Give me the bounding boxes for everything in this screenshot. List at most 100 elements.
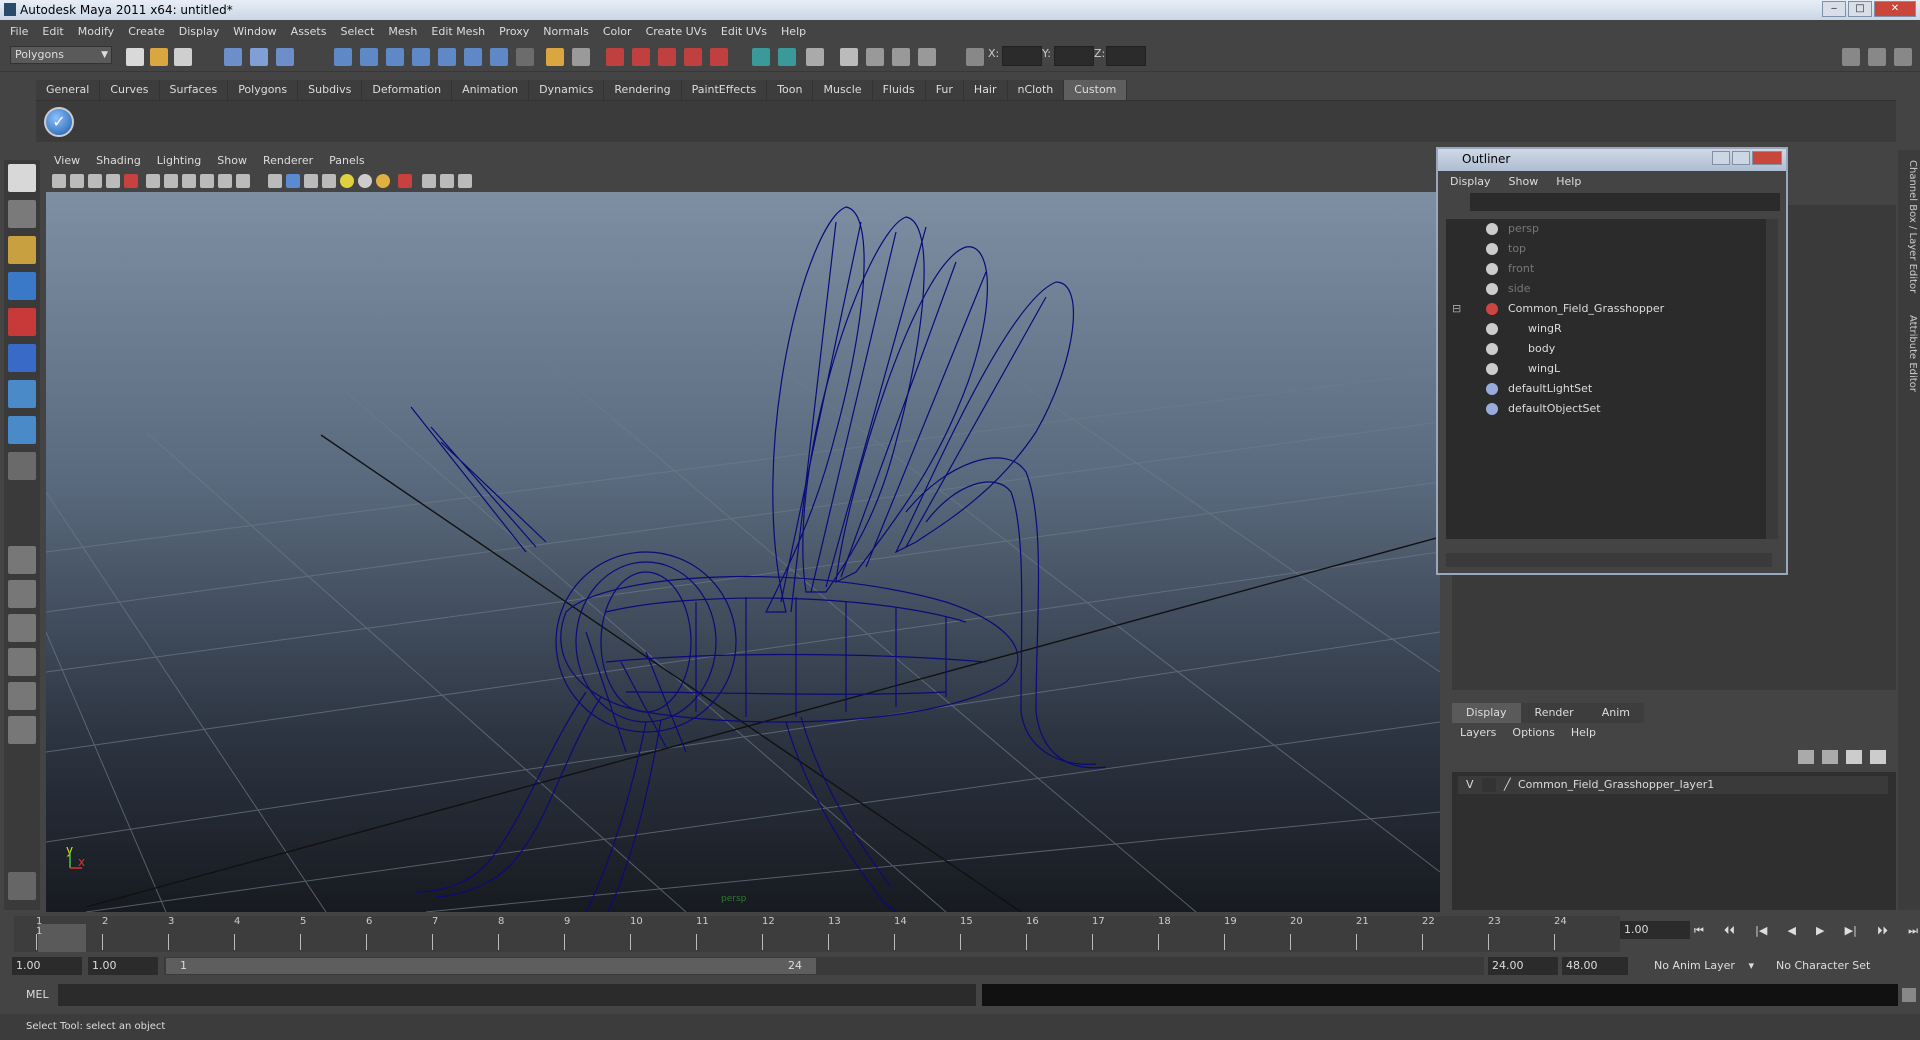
menu-edit-uvs[interactable]: Edit UVs [721,25,767,38]
shelf-tab[interactable]: Surfaces [159,80,229,100]
layer-tab-anim[interactable]: Anim [1587,703,1644,723]
new-layer-icon[interactable] [1846,750,1862,764]
script-editor-icon[interactable] [1902,988,1916,1002]
scale-tool-icon[interactable] [8,344,36,372]
graph-editor-icon[interactable] [866,48,884,66]
hypershade-layout-icon[interactable] [8,682,36,710]
play-backwards-button[interactable]: ◀ [1787,924,1795,942]
hypershade-icon[interactable] [710,48,728,66]
soft-mod-tool-icon[interactable] [8,416,36,444]
layer-visibility-toggle[interactable]: V [1466,776,1474,794]
shelf-tab[interactable]: PaintEffects [681,80,768,100]
outliner-menu-help[interactable]: Help [1556,175,1581,188]
menu-edit-mesh[interactable]: Edit Mesh [431,25,485,38]
layer-tab-render[interactable]: Render [1520,703,1588,723]
close-button[interactable]: ✕ [1874,1,1916,17]
layer-template-toggle[interactable] [1482,778,1496,792]
toggle-attribute-editor-icon[interactable] [1868,48,1886,66]
save-scene-icon[interactable] [174,48,192,66]
menu-edit[interactable]: Edit [42,25,63,38]
outliner-menu-display[interactable]: Display [1450,175,1491,188]
textured-icon[interactable] [322,174,336,188]
all-lights-icon[interactable] [376,174,390,188]
menu-set-dropdown[interactable]: Polygons ▼ [10,46,112,64]
perspective-viewport[interactable]: y x persp [46,192,1440,912]
shelf-tab[interactable]: Toon [767,80,814,100]
graph-layout-icon[interactable] [8,716,36,744]
menu-mesh[interactable]: Mesh [388,25,417,38]
snap-grid-icon[interactable] [334,48,352,66]
snap-curve-icon[interactable] [360,48,378,66]
outliner-minimize-button[interactable] [1712,151,1730,165]
dope-sheet-icon[interactable] [892,48,910,66]
layer-tab-display[interactable]: Display [1452,703,1521,723]
menu-proxy[interactable]: Proxy [499,25,529,38]
move-layer-down-icon[interactable] [1822,750,1838,764]
outliner-item-top[interactable]: top [1486,241,1526,257]
trax-editor-icon[interactable] [918,48,936,66]
x-field[interactable] [1002,46,1042,66]
menu-help[interactable]: Help [781,25,806,38]
hypergraph-icon[interactable] [840,48,858,66]
select-tool-icon[interactable] [8,164,36,192]
outliner-filter-field[interactable] [1470,193,1780,211]
four-pane-layout-icon[interactable] [8,580,36,608]
new-layer-selected-icon[interactable] [1870,750,1886,764]
shelf-tab[interactable]: Fluids [872,80,926,100]
range-slider-track[interactable]: 1 24 [164,957,1484,975]
minimize-button[interactable]: ‒ [1822,1,1846,17]
outliner-menu-show[interactable]: Show [1509,175,1539,188]
menu-modify[interactable]: Modify [78,25,114,38]
toggle-tool-settings-icon[interactable] [1894,48,1912,66]
relative-transform-icon[interactable] [778,48,796,66]
open-scene-icon[interactable] [150,48,168,66]
viewport-menu-show[interactable]: Show [217,154,247,167]
outliner-item-wingL[interactable]: wingL [1486,361,1560,377]
checkmark-shelf-icon[interactable]: ✓ [44,107,74,137]
wireframe-on-shaded-icon[interactable] [304,174,318,188]
step-forward-frame-button[interactable]: ▶| [1845,924,1857,942]
menu-file[interactable]: File [10,25,28,38]
shelf-tab[interactable]: Fur [925,80,964,100]
bookmark-icon[interactable] [88,174,102,188]
maximize-button[interactable]: □ [1848,1,1872,17]
outliner-vertical-scrollbar[interactable] [1766,219,1778,539]
shelf-tab[interactable]: nCloth [1007,80,1065,100]
render-view-icon[interactable] [684,48,702,66]
snap-plane-icon[interactable] [412,48,430,66]
outliner-item-objectset[interactable]: defaultObjectSet [1486,401,1601,417]
snap-live-icon[interactable] [464,48,482,66]
shadows-icon[interactable] [358,174,372,188]
image-plane-icon[interactable] [106,174,120,188]
use-default-light-icon[interactable] [340,174,354,188]
shelf-tab[interactable]: Subdivs [298,80,363,100]
render-settings-icon[interactable] [658,48,676,66]
outliner-horizontal-scrollbar[interactable] [1446,553,1772,567]
step-back-key-button[interactable]: ⏴⏴ [1724,924,1735,942]
film-gate-icon[interactable] [164,174,178,188]
transform-input-icon[interactable] [966,48,984,66]
play-forwards-button[interactable]: ▶ [1816,924,1824,942]
manipulator-tool-icon[interactable] [8,380,36,408]
menu-normals[interactable]: Normals [543,25,589,38]
outliner-item-wingR[interactable]: wingR [1486,321,1562,337]
side-tab-attribute-editor[interactable]: Attribute Editor [1900,315,1918,392]
go-to-start-button[interactable]: ⏮ [1694,924,1704,942]
menu-assets[interactable]: Assets [291,25,327,38]
side-tab-channel-box[interactable]: Channel Box / Layer Editor [1900,160,1918,293]
safe-action-icon[interactable] [182,174,196,188]
viewport-menu-panels[interactable]: Panels [329,154,364,167]
safe-title-icon[interactable] [200,174,214,188]
step-back-frame-button[interactable]: |◀ [1755,924,1767,942]
shelf-tab[interactable]: Hair [963,80,1008,100]
select-component-icon[interactable] [276,48,294,66]
history-icon[interactable] [572,48,590,66]
camera-attributes-icon[interactable] [70,174,84,188]
menu-create-uvs[interactable]: Create UVs [646,25,707,38]
field-chart-icon[interactable] [218,174,232,188]
grid-icon[interactable] [146,174,160,188]
outliner-item-body[interactable]: body [1486,341,1555,357]
playback-end-field[interactable]: 24.00 [1488,957,1558,975]
layer-menu-layers[interactable]: Layers [1460,726,1496,739]
shelf-tab[interactable]: Deformation [362,80,453,100]
